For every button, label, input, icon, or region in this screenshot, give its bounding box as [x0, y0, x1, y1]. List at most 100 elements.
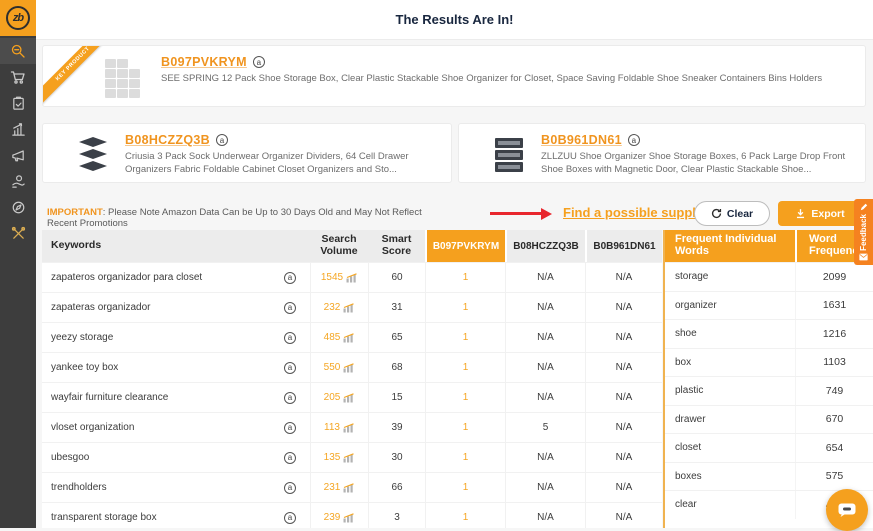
table-row: yeezy storage a 485 65 1 N/A N/A — [42, 322, 662, 352]
asin1-rank-value: 1 — [425, 383, 505, 412]
compass-icon — [11, 200, 26, 215]
col-header-asin1[interactable]: B097PVKRYM — [425, 230, 505, 262]
search-volume-value: 1545 — [321, 272, 343, 283]
table-row: trendholders a 231 66 1 N/A N/A — [42, 472, 662, 502]
asin2-rank-value: N/A — [505, 353, 585, 382]
feedback-tab[interactable]: Feedback — [854, 199, 873, 265]
table-row: boxes 575 — [665, 462, 873, 491]
notice-text: : Please Note Amazon Data Can be Up to 3… — [47, 207, 422, 229]
search-volume-value: 231 — [324, 482, 341, 493]
trend-history-icon[interactable] — [343, 423, 355, 433]
amazon-link-icon[interactable]: a — [284, 362, 296, 374]
chat-widget-button[interactable] — [826, 489, 868, 531]
table-row: transparent storage box a 239 3 1 N/A N/… — [42, 502, 662, 528]
clear-button[interactable]: Clear — [694, 201, 770, 226]
col-header-asin2[interactable]: B08HCZZQ3B — [505, 230, 585, 262]
table-row: closet 654 — [665, 433, 873, 462]
trend-history-icon[interactable] — [343, 303, 355, 313]
sidebar-item-sales[interactable] — [0, 168, 36, 194]
table-row: drawer 670 — [665, 405, 873, 434]
sidebar-item-listings[interactable] — [0, 90, 36, 116]
col-header-asin3[interactable]: B0B961DN61 — [585, 230, 662, 262]
clear-label: Clear — [727, 208, 753, 220]
asin1-rank-value: 1 — [425, 473, 505, 502]
search-volume-value: 135 — [324, 452, 341, 463]
sidebar-item-tools[interactable] — [0, 220, 36, 246]
amazon-link-icon[interactable]: a — [284, 332, 296, 344]
product-image — [73, 135, 113, 175]
amazon-link-icon[interactable]: a — [628, 134, 640, 146]
asin-link[interactable]: B0B961DN61 — [541, 133, 622, 147]
word-text: closet — [665, 434, 795, 462]
smart-score-value: 15 — [368, 383, 425, 412]
asin1-rank-value: 1 — [425, 263, 505, 292]
asin3-rank-value: N/A — [585, 263, 662, 292]
sidebar-item-analytics[interactable] — [0, 116, 36, 142]
table-row: organizer 1631 — [665, 291, 873, 320]
smart-score-value: 3 — [368, 503, 425, 528]
amazon-link-icon[interactable]: a — [284, 452, 296, 464]
trend-history-icon[interactable] — [343, 483, 355, 493]
app-logo[interactable]: zb — [0, 0, 36, 36]
asin1-rank-value: 1 — [425, 413, 505, 442]
amazon-link-icon[interactable]: a — [284, 482, 296, 494]
trend-history-icon[interactable] — [343, 513, 355, 523]
data-age-notice: IMPORTANT: Please Note Amazon Data Can b… — [47, 207, 437, 229]
product-info: B08HCZZQ3B a Criusia 3 Pack Sock Underwe… — [125, 133, 441, 177]
trend-history-icon[interactable] — [343, 333, 355, 343]
asin3-rank-value: N/A — [585, 383, 662, 412]
key-product-card: KEY PRODUCT B097PVKRYM a SEE SPRING 12 P… — [42, 45, 866, 107]
asin2-rank-value: N/A — [505, 263, 585, 292]
smart-score-value: 31 — [368, 293, 425, 322]
amazon-link-icon[interactable]: a — [284, 422, 296, 434]
hand-coin-icon — [11, 174, 26, 189]
logo-mark: zb — [6, 6, 30, 30]
trend-history-icon[interactable] — [343, 363, 355, 373]
word-frequency-value: 1103 — [795, 349, 873, 377]
word-text: storage — [665, 263, 795, 291]
search-volume-value: 485 — [324, 332, 341, 343]
keyword-text: wayfair furniture clearance — [51, 392, 168, 403]
trend-history-icon[interactable] — [346, 273, 358, 283]
export-label: Export — [811, 208, 844, 220]
sidebar-item-promotions[interactable] — [0, 142, 36, 168]
amazon-link-icon[interactable]: a — [284, 392, 296, 404]
product-card: B08HCZZQ3B a Criusia 3 Pack Sock Underwe… — [42, 123, 452, 183]
notice-label: IMPORTANT — [47, 207, 103, 218]
table-row: box 1103 — [665, 348, 873, 377]
word-text: organizer — [665, 292, 795, 320]
export-button[interactable]: Export — [778, 201, 862, 226]
smart-score-value: 39 — [368, 413, 425, 442]
amazon-link-icon[interactable]: a — [284, 512, 296, 524]
amazon-link-icon[interactable]: a — [284, 272, 296, 284]
col-header-search-volume[interactable]: Search Volume — [310, 230, 368, 262]
asin-link[interactable]: B097PVKRYM — [161, 55, 247, 69]
keyword-text: zapateros organizador para closet — [51, 272, 202, 283]
trend-history-icon[interactable] — [343, 393, 355, 403]
sidebar-item-launch[interactable] — [0, 194, 36, 220]
product-image — [101, 55, 147, 101]
product-info: B0B961DN61 a ZLLZUU Shoe Organizer Shoe … — [541, 133, 855, 177]
asin3-rank-value: N/A — [585, 323, 662, 352]
amazon-link-icon[interactable]: a — [253, 56, 265, 68]
asin2-rank-value: N/A — [505, 443, 585, 472]
search-volume-value: 550 — [324, 362, 341, 373]
product-image — [489, 135, 529, 175]
find-supplier-link[interactable]: Find a possible supplier — [563, 205, 712, 220]
table-row: shoe 1216 — [665, 319, 873, 348]
amazon-link-icon[interactable]: a — [284, 302, 296, 314]
smart-score-value: 66 — [368, 473, 425, 502]
word-frequency-value: 749 — [795, 377, 873, 405]
keyword-text: zapateras organizador — [51, 302, 151, 313]
cart-icon — [10, 69, 26, 85]
asin-link[interactable]: B08HCZZQ3B — [125, 133, 210, 147]
sidebar-item-keyword-research[interactable] — [0, 38, 36, 64]
asin2-rank-value: N/A — [505, 473, 585, 502]
sidebar-item-products[interactable] — [0, 64, 36, 90]
trend-history-icon[interactable] — [343, 453, 355, 463]
col-header-keywords[interactable]: Keywords — [42, 230, 310, 262]
amazon-link-icon[interactable]: a — [216, 134, 228, 146]
word-table-body: storage 2099 organizer 1631 shoe 1216 bo… — [665, 262, 873, 519]
col-header-smart-score[interactable]: Smart Score — [368, 230, 425, 262]
download-icon — [795, 208, 806, 219]
